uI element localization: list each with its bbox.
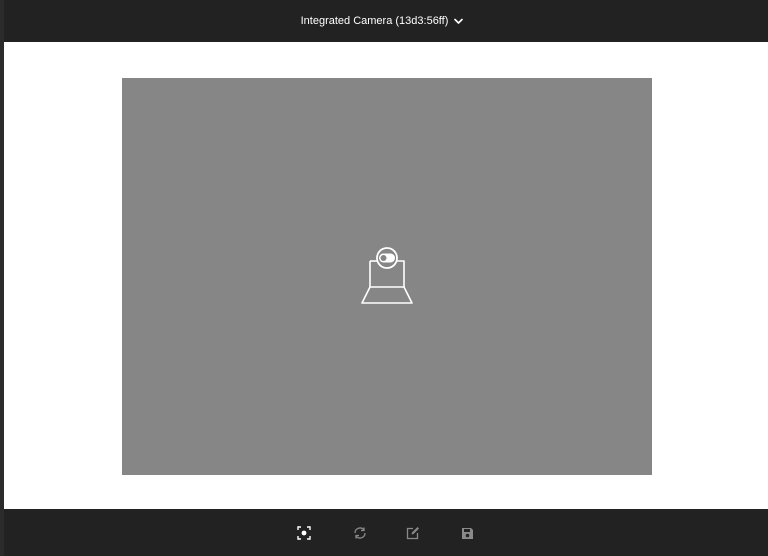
edit-icon — [406, 526, 420, 540]
camera-toolbar — [4, 509, 768, 556]
switch-camera-icon — [352, 526, 368, 540]
camera-selector-dropdown[interactable]: Integrated Camera (13d3:56ff) — [295, 11, 470, 31]
capture-button[interactable] — [292, 521, 316, 545]
edit-button[interactable] — [401, 521, 425, 545]
switch-camera-button[interactable] — [348, 521, 372, 545]
camera-app-window: Integrated Camera (13d3:56ff) — [0, 0, 768, 556]
webcam-off-icon — [356, 246, 418, 308]
camera-header-bar: Integrated Camera (13d3:56ff) — [4, 0, 768, 42]
capture-icon — [297, 526, 311, 540]
camera-preview-area — [122, 78, 652, 475]
save-icon — [461, 527, 474, 540]
chevron-down-icon — [454, 18, 464, 25]
camera-selector-label: Integrated Camera (13d3:56ff) — [300, 15, 449, 27]
window-edge — [0, 0, 4, 556]
save-button[interactable] — [455, 521, 479, 545]
